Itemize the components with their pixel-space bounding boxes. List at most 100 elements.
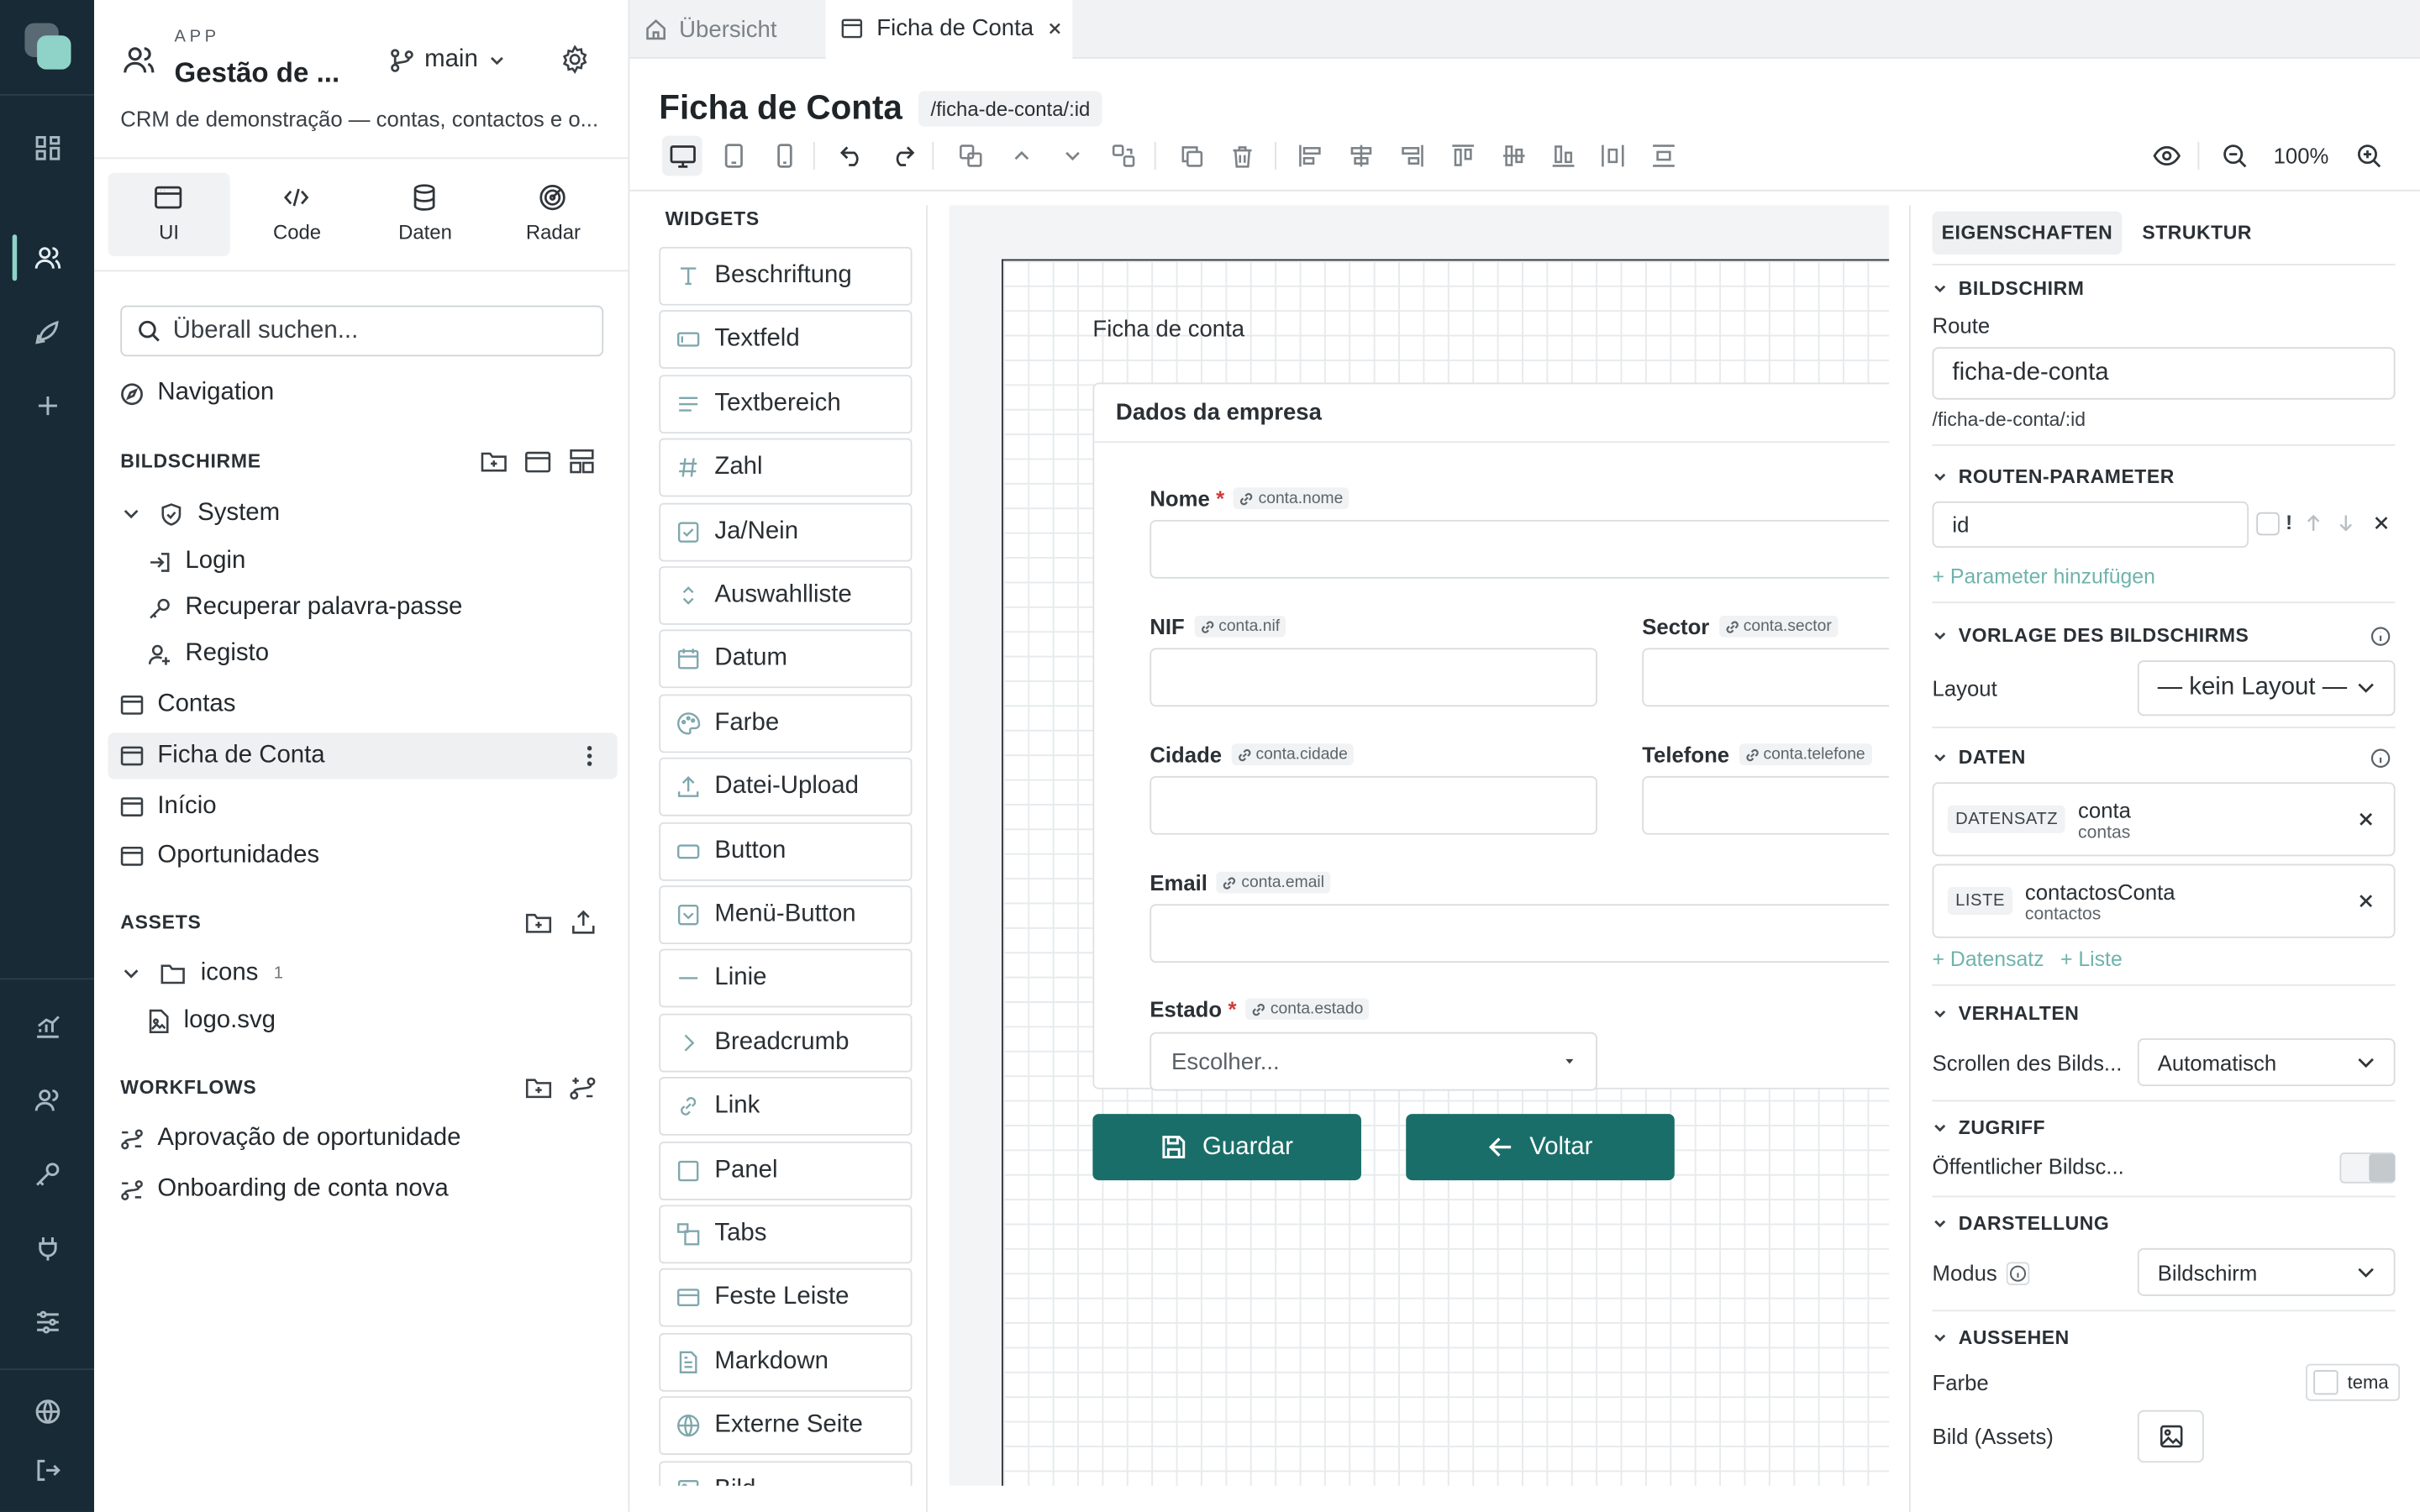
widget-breadcrumb[interactable]: Breadcrumb — [659, 1013, 913, 1073]
workflow-item[interactable]: Aprovação de oportunidade — [120, 1123, 460, 1154]
app-logo[interactable] — [24, 23, 71, 70]
rocket-icon[interactable] — [0, 306, 94, 358]
widget-datum[interactable]: Datum — [659, 630, 913, 689]
settings-gear-icon[interactable] — [560, 45, 590, 75]
screen-item-oportunidades[interactable]: Oportunidades — [120, 841, 319, 872]
mode-select[interactable]: Bildschirm — [2137, 1247, 2396, 1296]
align-left-icon[interactable] — [1290, 136, 1330, 176]
new-screen-icon[interactable] — [524, 450, 551, 474]
remove-icon[interactable] — [2358, 893, 2373, 908]
data-source-record[interactable]: DATENSATZ conta contas — [1932, 782, 2396, 857]
design-canvas[interactable]: Ficha de conta Dados da empresa Nome * con… — [949, 205, 1890, 1486]
widget-datei-upload[interactable]: Datei-Upload — [659, 758, 913, 816]
widget-panel[interactable]: Panel — [659, 1141, 913, 1200]
upload-icon[interactable] — [571, 909, 596, 935]
tab-overview[interactable]: Übersicht — [629, 0, 821, 59]
widget-farbe[interactable]: Farbe — [659, 694, 913, 753]
widget-menü-button[interactable]: Menü-Button — [659, 885, 913, 945]
mode-tab-radar[interactable]: Radar — [492, 173, 614, 256]
screen-item-inicio[interactable]: Início — [120, 791, 217, 822]
mobile-view-icon[interactable] — [764, 136, 804, 176]
align-center-h-icon[interactable] — [1341, 136, 1381, 176]
assets-folder-icons[interactable]: icons 1 — [120, 958, 283, 990]
input-cidade[interactable] — [1150, 775, 1597, 835]
remove-icon[interactable] — [2358, 811, 2373, 827]
add-parameter-link[interactable]: + Parameter hinzufügen — [1933, 564, 2155, 588]
section-behavior[interactable]: VERHALTEN — [1933, 1003, 2080, 1025]
trash-icon[interactable] — [1223, 136, 1263, 176]
section-appearance[interactable]: AUSSEHEN — [1933, 1327, 2070, 1348]
section-route-params[interactable]: ROUTEN-PARAMETER — [1933, 466, 2175, 487]
ungroup-icon[interactable] — [1103, 136, 1144, 176]
close-icon[interactable] — [1048, 22, 1062, 36]
scroll-select[interactable]: Automatisch — [2137, 1038, 2396, 1087]
workflow-icon[interactable] — [570, 1075, 596, 1101]
widget-auswahlliste[interactable]: Auswahlliste — [659, 566, 913, 625]
tab-structure[interactable]: STRUKTUR — [2142, 212, 2252, 255]
plug-icon[interactable] — [0, 1222, 94, 1274]
data-source-list[interactable]: LISTE contactosConta contactos — [1932, 864, 2396, 938]
desktop-view-icon[interactable] — [661, 135, 702, 176]
image-picker-button[interactable] — [2137, 1410, 2204, 1463]
layout-select[interactable]: — kein Layout — — [2137, 660, 2396, 717]
input-telefone[interactable] — [1642, 775, 1890, 835]
new-folder-icon[interactable] — [524, 911, 552, 935]
new-folder-icon[interactable] — [480, 449, 508, 473]
widget-tabs[interactable]: Tabs — [659, 1205, 913, 1264]
screen-title-label[interactable]: Ficha de conta — [1092, 317, 1244, 343]
section-display[interactable]: DARSTELLUNG — [1933, 1213, 2110, 1234]
save-button[interactable]: Guardar — [1092, 1114, 1361, 1181]
color-picker[interactable]: tema — [2306, 1363, 2400, 1401]
move-down-icon[interactable] — [1053, 136, 1093, 176]
layout-template-icon[interactable] — [570, 449, 594, 474]
undo-icon[interactable] — [832, 136, 872, 176]
section-screen-template[interactable]: VORLAGE DES BILDSCHIRMS — [1933, 625, 2249, 647]
screen-item-contas[interactable]: Contas — [120, 690, 235, 721]
duplicate-icon[interactable] — [1171, 136, 1212, 176]
widget-feste-leiste[interactable]: Feste Leiste — [659, 1268, 913, 1328]
sliders-icon[interactable] — [0, 1296, 94, 1348]
widget-markdown[interactable]: Markdown — [659, 1332, 913, 1392]
more-vertical-icon[interactable] — [587, 745, 592, 767]
zoom-in-icon[interactable] — [2349, 136, 2389, 176]
group-icon[interactable] — [950, 136, 991, 176]
tab-ficha-de-conta[interactable]: Ficha de Conta — [825, 0, 1073, 59]
section-data[interactable]: DATEN — [1933, 747, 2026, 769]
key-icon[interactable] — [0, 1148, 94, 1200]
asset-file-logo[interactable]: logo.svg — [148, 1006, 276, 1037]
new-folder-icon[interactable] — [524, 1075, 552, 1100]
global-search[interactable]: Überall suchen... — [120, 305, 604, 357]
close-icon[interactable] — [2374, 515, 2389, 530]
dashboard-icon[interactable] — [0, 122, 94, 174]
align-bottom-icon[interactable] — [1544, 136, 1584, 176]
add-record-link[interactable]: + Datensatz — [1933, 948, 2044, 971]
mode-tab-ui[interactable]: UI — [108, 172, 230, 256]
public-screen-toggle[interactable] — [2339, 1152, 2396, 1184]
users-icon[interactable] — [0, 232, 94, 284]
widget-linie[interactable]: Linie — [659, 949, 913, 1009]
widget-textbereich[interactable]: Textbereich — [659, 374, 913, 433]
preview-eye-icon[interactable] — [2147, 136, 2187, 176]
widget-button[interactable]: Button — [659, 822, 913, 881]
plus-icon[interactable] — [0, 380, 94, 432]
widget-beschriftung[interactable]: Beschriftung — [659, 246, 913, 306]
route-input[interactable]: ficha-de-conta — [1932, 347, 2396, 400]
align-center-v-icon[interactable] — [1494, 136, 1534, 176]
input-nome[interactable] — [1150, 519, 1890, 579]
input-sector[interactable] — [1642, 648, 1890, 707]
info-icon[interactable] — [2006, 1261, 2030, 1285]
mode-tab-data[interactable]: Daten — [364, 173, 486, 256]
widget-link[interactable]: Link — [659, 1077, 913, 1137]
back-button[interactable]: Voltar — [1406, 1114, 1675, 1181]
distribute-horizontal-icon[interactable] — [1592, 136, 1633, 176]
param-required-checkbox[interactable] — [2256, 512, 2280, 536]
select-estado[interactable]: Escolher... — [1150, 1032, 1597, 1091]
mode-tab-code[interactable]: Code — [236, 173, 358, 256]
arrow-down-icon[interactable] — [2338, 514, 2354, 533]
info-icon[interactable] — [2370, 748, 2391, 769]
workflow-item[interactable]: Onboarding de conta nova — [120, 1174, 449, 1205]
screen-item-ficha-de-conta[interactable]: Ficha de Conta — [108, 732, 618, 780]
widget-textfeld[interactable]: Textfeld — [659, 310, 913, 370]
team-icon[interactable] — [0, 1074, 94, 1126]
branch-selector[interactable]: main — [389, 43, 506, 76]
